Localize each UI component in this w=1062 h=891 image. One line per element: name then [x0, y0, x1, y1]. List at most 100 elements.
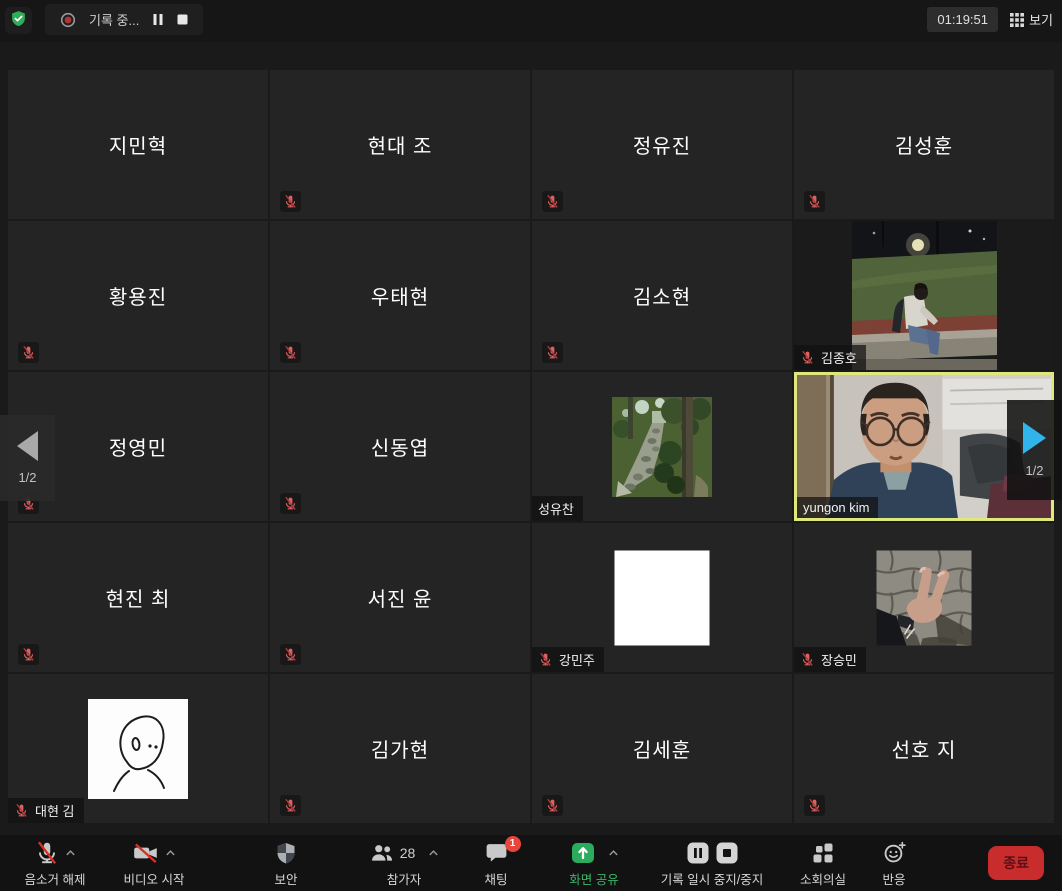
- recording-stop-button[interactable]: [177, 14, 188, 25]
- participant-grid: 지민혁현대 조 정유진 김성훈 황용진 우태현 김소현 김종호정영민 신동엽 성…: [8, 70, 1054, 823]
- participants-button[interactable]: 28 참가자: [356, 835, 452, 891]
- muted-indicator: [280, 644, 301, 665]
- participant-name: 서진 윤: [270, 523, 530, 672]
- shield-check-icon: [10, 10, 27, 32]
- meeting-info-button[interactable]: [5, 7, 32, 34]
- muted-indicator: [804, 795, 825, 816]
- profile-avatar-image: [877, 550, 972, 645]
- participant-name: 성유찬: [538, 499, 574, 518]
- participant-tile[interactable]: 지민혁: [8, 70, 268, 219]
- muted-mic-icon: [545, 798, 560, 813]
- recording-pause-button[interactable]: [152, 13, 164, 26]
- muted-mic-icon: [283, 496, 298, 511]
- participants-icon: [369, 840, 395, 866]
- participant-name: 김소현: [532, 221, 792, 370]
- participant-avatar: [877, 550, 972, 645]
- participant-tile[interactable]: 장승민: [794, 523, 1054, 672]
- participant-tile[interactable]: 대현 김: [8, 674, 268, 823]
- camera-off-icon: [132, 840, 160, 866]
- muted-mic-icon: [21, 647, 36, 662]
- participant-tile[interactable]: 김가현: [270, 674, 530, 823]
- mic-options-chevron[interactable]: [65, 849, 76, 857]
- recording-status-label: 기록 중...: [89, 10, 139, 29]
- chat-bubble-icon: 1: [484, 840, 509, 865]
- participant-name: 신동엽: [270, 372, 530, 521]
- breakout-rooms-label: 소회의실: [800, 869, 846, 888]
- muted-indicator: [804, 191, 825, 212]
- participant-name-tag: 성유찬: [532, 496, 583, 521]
- view-button-label: 보기: [1029, 10, 1053, 29]
- breakout-rooms-button[interactable]: 소회의실: [790, 835, 856, 891]
- profile-avatar-image: [612, 397, 712, 497]
- participant-avatar: [88, 699, 188, 799]
- pause-recording-icon[interactable]: [686, 841, 710, 865]
- security-shield-icon: [274, 841, 298, 865]
- muted-indicator: [542, 191, 563, 212]
- share-screen-button[interactable]: 화면 공유: [546, 835, 642, 891]
- muted-mic-icon: [538, 652, 553, 667]
- muted-mic-icon: [14, 803, 29, 818]
- participant-tile[interactable]: 우태현: [270, 221, 530, 370]
- arrow-left-icon: [17, 431, 38, 461]
- participant-tile[interactable]: 현대 조: [270, 70, 530, 219]
- muted-indicator: [280, 493, 301, 514]
- previous-page-button[interactable]: 1/2: [0, 415, 55, 501]
- security-button[interactable]: 보안: [258, 835, 314, 891]
- muted-mic-icon: [283, 345, 298, 360]
- arrow-right-icon: [1023, 422, 1046, 454]
- recording-controls-label: 기록 일시 중지/중지: [661, 869, 763, 888]
- participant-name: 황용진: [8, 221, 268, 370]
- participant-tile[interactable]: 성유찬: [532, 372, 792, 521]
- participant-name: 강민주: [559, 650, 595, 669]
- video-options-chevron[interactable]: [165, 849, 176, 857]
- muted-mic-icon: [283, 194, 298, 209]
- reactions-button[interactable]: 반응: [866, 835, 922, 891]
- muted-indicator: [280, 191, 301, 212]
- recording-indicator: 기록 중...: [45, 4, 203, 35]
- muted-indicator: [280, 795, 301, 816]
- participant-tile[interactable]: 신동엽: [270, 372, 530, 521]
- next-page-button[interactable]: 1/2: [1007, 400, 1062, 500]
- record-dot-icon: [60, 12, 76, 28]
- participant-name: yungon kim: [803, 500, 869, 515]
- participant-name: 선호 지: [794, 674, 1054, 823]
- end-meeting-button[interactable]: 종료: [988, 846, 1044, 880]
- unmute-button[interactable]: 음소거 해제: [12, 835, 98, 891]
- participant-tile[interactable]: 강민주: [532, 523, 792, 672]
- chat-button[interactable]: 1 채팅: [468, 835, 524, 891]
- recording-controls-button[interactable]: 기록 일시 중지/중지: [642, 835, 782, 891]
- reactions-label: 반응: [882, 869, 905, 888]
- participant-name: 현대 조: [270, 70, 530, 219]
- muted-mic-icon: [545, 345, 560, 360]
- participant-tile[interactable]: 현진 최: [8, 523, 268, 672]
- participant-name-tag: 대현 김: [8, 798, 84, 823]
- participant-name: 김가현: [270, 674, 530, 823]
- share-screen-label: 화면 공유: [569, 869, 618, 888]
- start-video-button[interactable]: 비디오 시작: [106, 835, 202, 891]
- participant-name: 지민혁: [8, 70, 268, 219]
- participant-name: 우태현: [270, 221, 530, 370]
- participant-tile[interactable]: 김성훈: [794, 70, 1054, 219]
- participant-name: 김세훈: [532, 674, 792, 823]
- participant-tile[interactable]: 황용진: [8, 221, 268, 370]
- participant-tile[interactable]: 김종호: [794, 221, 1054, 370]
- participant-tile[interactable]: 김소현: [532, 221, 792, 370]
- mic-muted-icon: [34, 840, 60, 866]
- participants-label: 참가자: [387, 869, 422, 888]
- participant-tile[interactable]: 선호 지: [794, 674, 1054, 823]
- page-indicator: 1/2: [18, 470, 36, 485]
- muted-mic-icon: [800, 350, 815, 365]
- participant-name: 김성훈: [794, 70, 1054, 219]
- view-button[interactable]: 보기: [1010, 10, 1053, 29]
- stop-recording-icon[interactable]: [715, 841, 739, 865]
- participant-tile[interactable]: 김세훈: [532, 674, 792, 823]
- participants-chevron[interactable]: [428, 849, 439, 857]
- participant-count: 28: [400, 845, 416, 861]
- participant-tile[interactable]: 서진 윤: [270, 523, 530, 672]
- participant-tile[interactable]: 정유진: [532, 70, 792, 219]
- grid-view-icon: [1010, 13, 1024, 27]
- share-options-chevron[interactable]: [608, 849, 619, 857]
- participant-name-tag: 장승민: [794, 647, 866, 672]
- muted-mic-icon: [807, 798, 822, 813]
- reactions-smiley-icon: [882, 840, 907, 865]
